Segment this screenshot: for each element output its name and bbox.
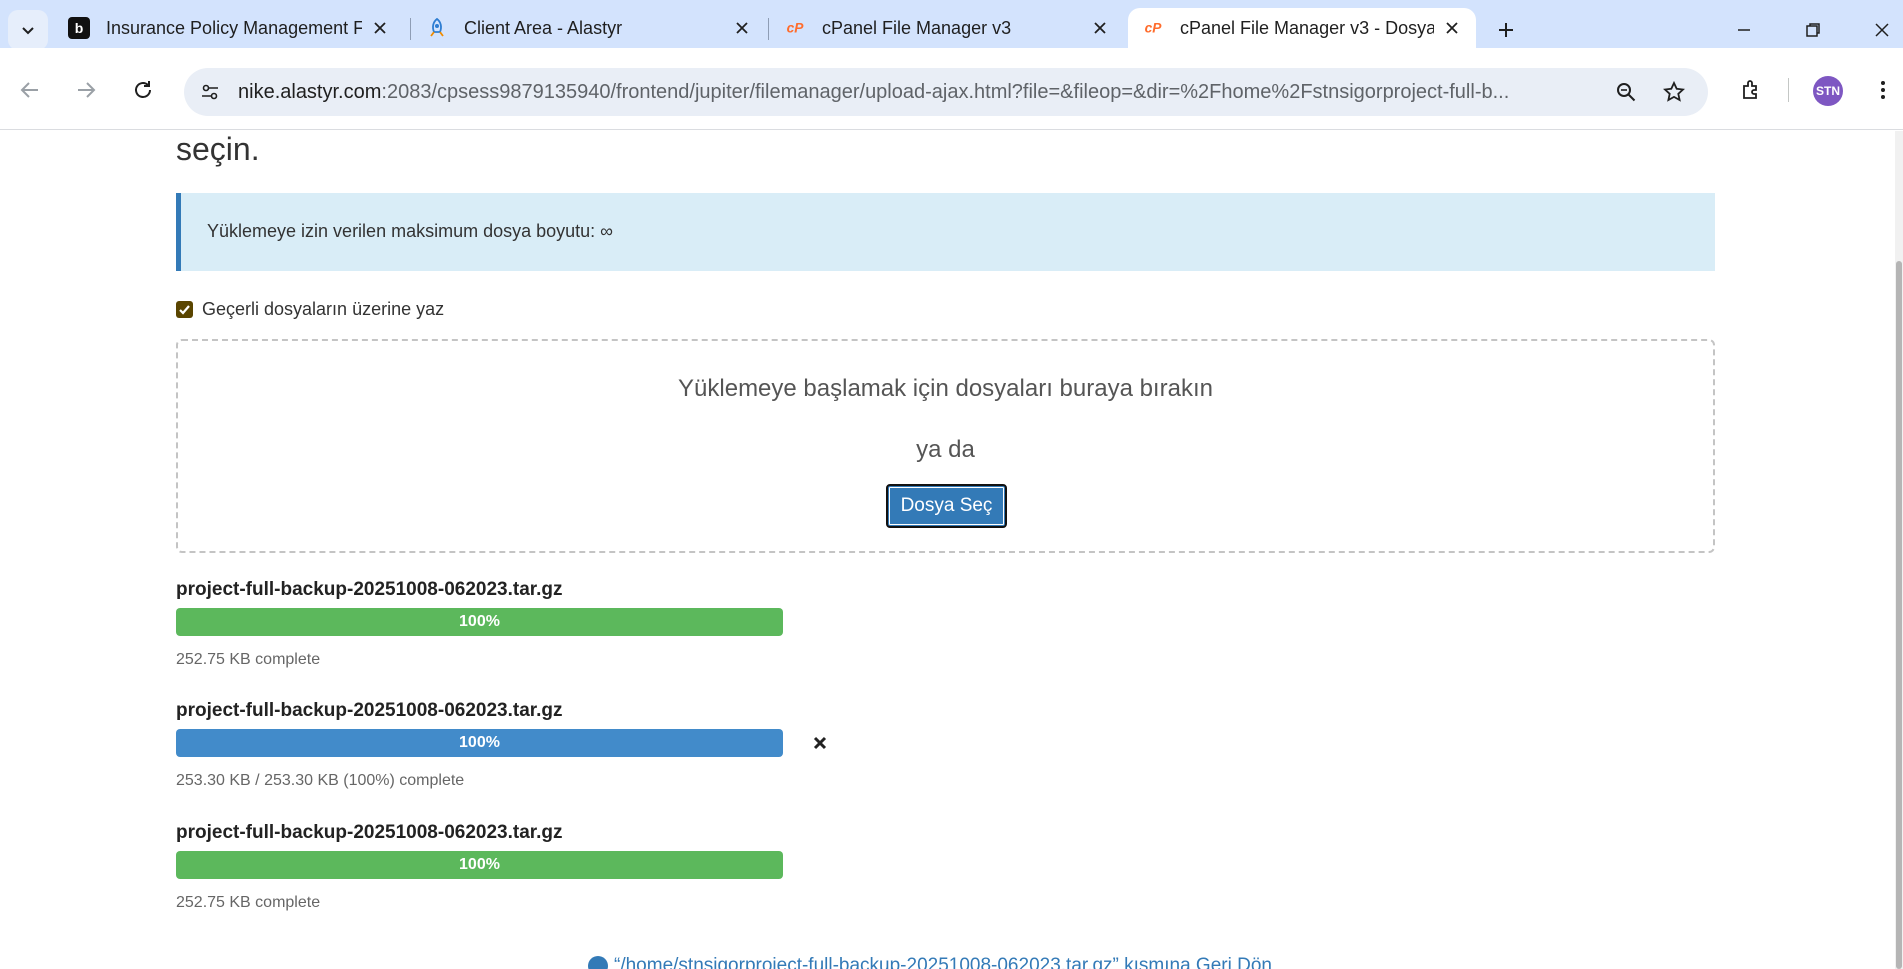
minimize-icon bbox=[1738, 29, 1750, 31]
url-text[interactable]: nike.alastyr.com:2083/cpsess9879135940/f… bbox=[238, 80, 1618, 104]
upload-progress-fill: 100% bbox=[176, 608, 783, 636]
svg-text:cP: cP bbox=[787, 21, 805, 36]
more-vert-icon bbox=[1881, 81, 1885, 99]
back-link-text[interactable]: “/home/stnsigorproject-full-backup-20251… bbox=[614, 955, 1272, 969]
tab-title: cPanel File Manager v3 - Dosya bbox=[1180, 17, 1434, 38]
dropzone-text: Yüklemeye başlamak için dosyaları buraya… bbox=[678, 375, 1213, 402]
browser-menu-button[interactable] bbox=[1867, 74, 1899, 106]
overwrite-label[interactable]: Geçerli dosyaların üzerine yaz bbox=[202, 299, 444, 320]
rocket-icon bbox=[426, 17, 448, 39]
tab-client-area[interactable]: Client Area - Alastyr bbox=[412, 8, 766, 48]
url-path: :2083/cpsess9879135940/frontend/jupiter/… bbox=[381, 81, 1510, 103]
arrow-left-icon bbox=[20, 82, 38, 98]
reload-icon bbox=[135, 81, 151, 98]
upload-progress-bar: 100% bbox=[176, 608, 783, 636]
upload-progress-fill: 100% bbox=[176, 851, 783, 879]
arrow-circle-left-icon bbox=[588, 956, 608, 969]
close-icon bbox=[813, 736, 827, 750]
tab-separator bbox=[768, 18, 769, 40]
address-bar[interactable]: nike.alastyr.com:2083/cpsess9879135940/f… bbox=[184, 68, 1708, 116]
cancel-upload-button[interactable] bbox=[808, 731, 832, 755]
restore-icon bbox=[1806, 23, 1820, 37]
upload-status: 253.30 KB / 253.30 KB (100%) complete bbox=[176, 772, 465, 789]
svg-text:cP: cP bbox=[1145, 21, 1163, 36]
cpanel-icon: cP bbox=[784, 17, 806, 39]
tab-insurance[interactable]: b Insurance Policy Management F bbox=[54, 8, 404, 48]
upload-file-name: project-full-backup-20251008-062023.tar.… bbox=[176, 822, 563, 843]
close-icon bbox=[1875, 23, 1889, 37]
upload-file-name: project-full-backup-20251008-062023.tar.… bbox=[176, 579, 563, 600]
url-host: nike.alastyr.com bbox=[238, 81, 382, 103]
b-logo-icon: b bbox=[68, 17, 90, 39]
back-to-directory-link[interactable]: “/home/stnsigorproject-full-backup-20251… bbox=[588, 955, 1272, 969]
browser-tab-strip: b Insurance Policy Management F Client A… bbox=[0, 0, 1903, 50]
upload-progress-bar: 100% bbox=[176, 851, 783, 879]
upload-item: project-full-backup-20251008-062023.tar.… bbox=[176, 822, 876, 912]
toolbar-separator bbox=[1788, 78, 1789, 102]
upload-status: 252.75 KB complete bbox=[176, 651, 321, 668]
bookmark-star-icon[interactable] bbox=[1662, 80, 1686, 104]
minimize-button[interactable] bbox=[1728, 14, 1760, 46]
page-heading: seçin. bbox=[176, 131, 260, 167]
choose-file-button[interactable]: Dosya Seç bbox=[886, 484, 1007, 528]
tab-title: cPanel File Manager v3 bbox=[822, 17, 1012, 38]
close-icon[interactable] bbox=[1442, 18, 1462, 38]
max-size-info-text: Yüklemeye izin verilen maksimum dosya bo… bbox=[207, 221, 613, 241]
tab-title: Client Area - Alastyr bbox=[464, 17, 623, 38]
browser-toolbar: nike.alastyr.com:2083/cpsess9879135940/f… bbox=[0, 48, 1903, 130]
close-window-button[interactable] bbox=[1866, 14, 1898, 46]
upload-progress-bar: 100% bbox=[176, 729, 783, 757]
tab-search-button[interactable] bbox=[8, 10, 48, 50]
reload-button[interactable] bbox=[127, 74, 159, 106]
tab-separator bbox=[410, 18, 411, 40]
dropzone-or-text: ya da bbox=[916, 436, 975, 463]
tab-file-manager[interactable]: cP cPanel File Manager v3 bbox=[770, 8, 1124, 48]
extensions-button[interactable] bbox=[1735, 74, 1767, 106]
check-icon bbox=[179, 305, 190, 315]
close-icon[interactable] bbox=[370, 18, 390, 38]
zoom-icon[interactable] bbox=[1614, 80, 1638, 104]
page-scrollbar[interactable] bbox=[1895, 131, 1903, 969]
upload-dropzone[interactable]: Yüklemeye başlamak için dosyaları buraya… bbox=[176, 339, 1715, 553]
page-viewport: seçin. Yüklemeye izin verilen maksimum d… bbox=[0, 131, 1903, 969]
tab-title: Insurance Policy Management F bbox=[106, 17, 362, 38]
overwrite-option[interactable]: Geçerli dosyaların üzerine yaz bbox=[176, 299, 444, 320]
cpanel-icon: cP bbox=[1142, 17, 1164, 39]
restore-button[interactable] bbox=[1797, 14, 1829, 46]
svg-text:b: b bbox=[75, 20, 84, 36]
forward-button[interactable] bbox=[70, 74, 102, 106]
max-size-info-box: Yüklemeye izin verilen maksimum dosya bo… bbox=[176, 193, 1715, 271]
new-tab-button[interactable] bbox=[1490, 14, 1522, 46]
arrow-right-icon bbox=[78, 82, 96, 98]
upload-item: project-full-backup-20251008-062023.tar.… bbox=[176, 700, 876, 790]
puzzle-icon bbox=[1743, 80, 1757, 99]
scrollbar-thumb[interactable] bbox=[1896, 261, 1902, 969]
chevron-down-icon bbox=[22, 27, 34, 35]
upload-status: 252.75 KB complete bbox=[176, 894, 321, 911]
tab-file-manager-upload[interactable]: cP cPanel File Manager v3 - Dosya bbox=[1128, 8, 1476, 48]
back-button[interactable] bbox=[14, 74, 46, 106]
upload-item: project-full-backup-20251008-062023.tar.… bbox=[176, 579, 876, 669]
close-icon[interactable] bbox=[1090, 18, 1110, 38]
close-icon[interactable] bbox=[732, 18, 752, 38]
site-info-icon[interactable] bbox=[198, 80, 222, 104]
upload-progress-fill: 100% bbox=[176, 729, 783, 757]
upload-file-name: project-full-backup-20251008-062023.tar.… bbox=[176, 700, 563, 721]
profile-avatar[interactable]: STN bbox=[1813, 76, 1843, 106]
plus-icon bbox=[1499, 23, 1513, 37]
overwrite-checkbox[interactable] bbox=[176, 301, 193, 318]
